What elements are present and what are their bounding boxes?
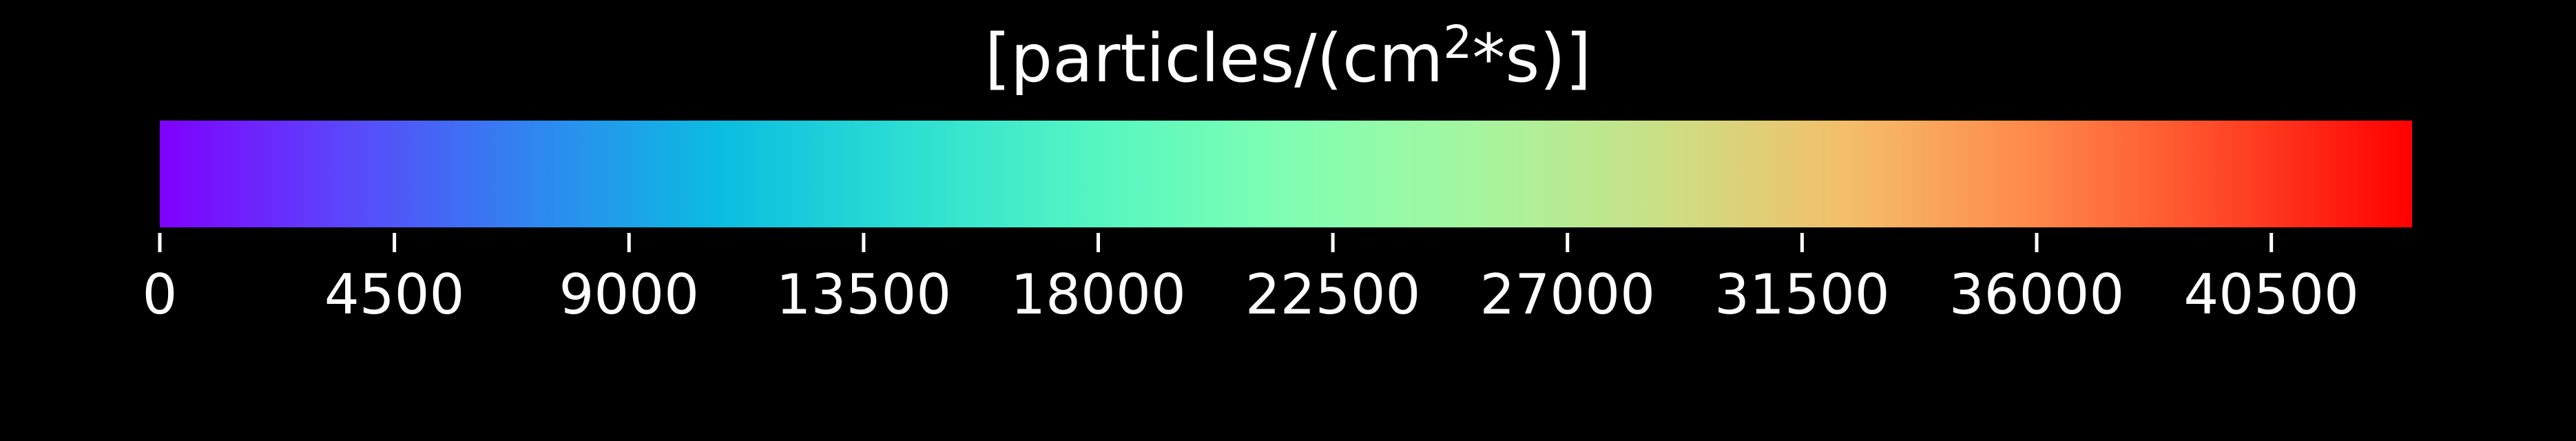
tick-label: 22500 xyxy=(1245,263,1421,327)
tick-label: 4500 xyxy=(324,263,465,327)
colorbar-title-suffix: *s)] xyxy=(1472,20,1591,97)
colorbar-title-superscript: 2 xyxy=(1443,16,1472,69)
colorbar-gradient xyxy=(160,121,2412,227)
tick-label: 13500 xyxy=(776,263,952,327)
colorbar-title: [particles/(cm2*s)] xyxy=(985,16,1592,97)
tick-label: 27000 xyxy=(1480,263,1656,327)
tick-label: 31500 xyxy=(1714,263,1890,327)
tick-label: 18000 xyxy=(1010,263,1186,327)
tick-label: 40500 xyxy=(2183,263,2359,327)
tick-label: 36000 xyxy=(1949,263,2125,327)
colorbar-figure: [particles/(cm2*s)] 0 4500 9000 13500 18000 2… xyxy=(0,0,2576,441)
colorbar-title-main: [particles/(cm xyxy=(985,20,1444,97)
tick-label: 0 xyxy=(143,263,178,327)
tick-label: 9000 xyxy=(559,263,699,327)
